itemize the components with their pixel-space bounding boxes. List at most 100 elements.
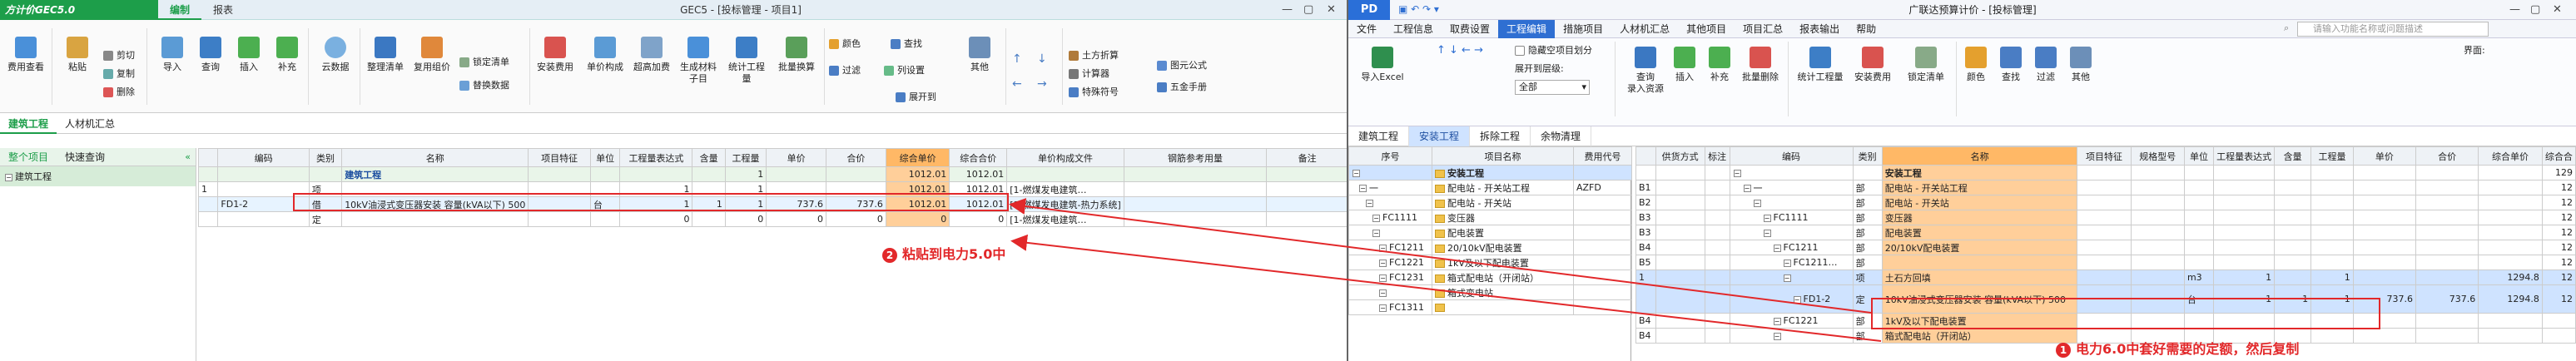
tree-row[interactable]: − FC1231 箱式配电站（开闭站）	[1348, 270, 1632, 285]
tree-row[interactable]: − 配电站 - 开关站	[1348, 195, 1632, 210]
cell-expr[interactable]: 1	[2213, 270, 2276, 285]
unit-price-composition-button[interactable]: 单价构成	[583, 37, 628, 73]
hide-empty-checkbox[interactable]: 隐藏空项目划分	[1515, 42, 1592, 60]
cell-qty[interactable]	[2310, 240, 2354, 255]
menu-item[interactable]: 报表输出	[1791, 20, 1848, 38]
right-col-header[interactable]: 名称	[1881, 146, 2078, 166]
checkbox-icon[interactable]	[1515, 46, 1525, 56]
table-row[interactable]: 1− 项土石方回填 m3 1 1 1294.8 12	[1635, 270, 2576, 285]
cell-ct[interactable]: 12	[2541, 195, 2576, 210]
install-fee-button[interactable]: 安装费用	[1848, 47, 1898, 83]
cell-total[interactable]	[2415, 255, 2479, 270]
cell-qty[interactable]: 1	[724, 166, 767, 182]
cell-cat[interactable]: 部	[1852, 180, 1883, 195]
other-button[interactable]: 其他	[957, 37, 1002, 73]
cell-file[interactable]: [1-燃煤发电建筑…	[1006, 181, 1124, 197]
cell-price[interactable]	[2352, 255, 2416, 270]
cell-cat[interactable]: 部	[1852, 328, 1883, 344]
table-row[interactable]: 定 0 0 0 0 0 0 [1-燃煤发电建筑…	[197, 211, 1347, 227]
cell-expr[interactable]: 0	[619, 211, 693, 227]
maximize-icon[interactable]: ▢	[1303, 0, 1313, 20]
cell-empty[interactable]	[1655, 165, 1705, 180]
cell-qty_c[interactable]	[692, 211, 726, 227]
color-button[interactable]: 颜色	[829, 35, 861, 53]
cell-qty[interactable]: 0	[724, 211, 767, 227]
left-col-header[interactable]: 单价构成文件	[1006, 148, 1124, 167]
replace-data-button[interactable]: 替换数据	[459, 77, 509, 95]
expand-toggle-icon[interactable]: −	[1366, 199, 1373, 207]
expand-toggle-icon[interactable]: −	[1379, 289, 1387, 297]
right-col-header[interactable]: 工程量	[2310, 146, 2354, 166]
left-col-header[interactable]: 工程量	[724, 148, 767, 167]
lock-list-button[interactable]: 锁定清单	[459, 53, 509, 72]
cell-empty[interactable]	[2077, 210, 2132, 225]
cell-price[interactable]	[766, 166, 827, 182]
cell-empty[interactable]	[2077, 240, 2132, 255]
cell-price[interactable]	[2352, 240, 2416, 255]
cell-cat[interactable]: 部	[1852, 225, 1883, 240]
cell-empty[interactable]	[1655, 240, 1705, 255]
cell-ct[interactable]: 12	[2541, 270, 2576, 285]
right-col-header[interactable]: 工程量表达式	[2213, 146, 2276, 166]
calculator-button[interactable]: 计算器	[1069, 65, 1109, 83]
cell-empty[interactable]	[2077, 195, 2132, 210]
menu-item[interactable]: 项目汇总	[1735, 20, 1791, 38]
cell-empty[interactable]	[1704, 284, 1730, 314]
cell-cat[interactable]	[1852, 165, 1883, 180]
cell-empty[interactable]	[2130, 225, 2185, 240]
cell-empty[interactable]	[1704, 180, 1730, 195]
right-col-header[interactable]: 规格型号	[2130, 146, 2185, 166]
cell-expr[interactable]	[619, 166, 693, 182]
cell-name[interactable]: 土石方回填	[1881, 270, 2078, 285]
right-col-header[interactable]: 单位	[2183, 146, 2215, 166]
left-col-header[interactable]: 综合单价	[885, 148, 950, 167]
right-col-header[interactable]: 单价	[2352, 146, 2416, 166]
cell-expr[interactable]	[2213, 255, 2276, 270]
cell-cat[interactable]	[308, 166, 343, 182]
cell-qty_c[interactable]	[2274, 195, 2312, 210]
special-symbol-button[interactable]: 特殊符号	[1069, 83, 1119, 101]
cell-total[interactable]	[2415, 165, 2479, 180]
table-row[interactable]: 建筑工程 1 1012.01 1012.01	[197, 166, 1347, 182]
supplement-button[interactable]: 补充	[1703, 47, 1736, 83]
tree-root-item[interactable]: − 建筑工程	[0, 166, 196, 186]
cell-unit[interactable]	[2183, 255, 2215, 270]
cut-button[interactable]: 剪切	[103, 47, 135, 65]
minimize-icon[interactable]: —	[1282, 0, 1293, 20]
cell-expr[interactable]	[2213, 225, 2276, 240]
cell-note[interactable]	[1266, 181, 1347, 197]
cell-note[interactable]	[1266, 211, 1347, 227]
expand-toggle-icon[interactable]: −	[1763, 214, 1771, 222]
left-col-header[interactable]: 合价	[826, 148, 886, 167]
cell-cp[interactable]	[2478, 195, 2543, 210]
cell-total[interactable]	[2415, 180, 2479, 195]
cell-price[interactable]	[2352, 225, 2416, 240]
cell-empty[interactable]	[1655, 328, 1705, 344]
tree-header-code[interactable]: 费用代号	[1573, 146, 1632, 166]
cell-empty[interactable]	[2130, 270, 2185, 285]
expand-toggle-icon[interactable]: −	[1359, 185, 1367, 192]
expand-toggle-icon[interactable]: −	[1783, 259, 1791, 267]
cell-steel[interactable]	[1123, 181, 1268, 197]
quantity-stats-button[interactable]: 统计工程量	[724, 37, 769, 85]
hardware-manual-button[interactable]: 五金手册	[1157, 78, 1207, 96]
right-col-header[interactable]: 综合合	[2541, 146, 2576, 166]
cell-total[interactable]	[2415, 240, 2479, 255]
collapse-toggle-icon[interactable]: −	[5, 173, 12, 181]
cell-code[interactable]: −	[1729, 328, 1854, 344]
left-col-header[interactable]: 工程量表达式	[619, 148, 693, 167]
cell-unit[interactable]	[2183, 240, 2215, 255]
expand-toggle-icon[interactable]: −	[1379, 259, 1387, 267]
menu-item[interactable]: 其他项目	[1678, 20, 1735, 38]
cell-empty[interactable]	[1704, 255, 1730, 270]
cell-empty[interactable]	[1655, 284, 1705, 314]
cell-cp[interactable]	[2478, 225, 2543, 240]
cell-qty_c[interactable]	[2274, 255, 2312, 270]
cell-code[interactable]: −	[1729, 225, 1854, 240]
cell-code[interactable]: − FC1211…	[1729, 255, 1854, 270]
cell-empty[interactable]	[1655, 210, 1705, 225]
cell-qty[interactable]	[2310, 225, 2354, 240]
arrow-down-icon[interactable]: ↓	[1037, 50, 1047, 68]
move-icons[interactable]: ↑ ↓ ← →	[1437, 42, 1483, 60]
doc-tab[interactable]: 安装工程	[1409, 126, 1471, 146]
